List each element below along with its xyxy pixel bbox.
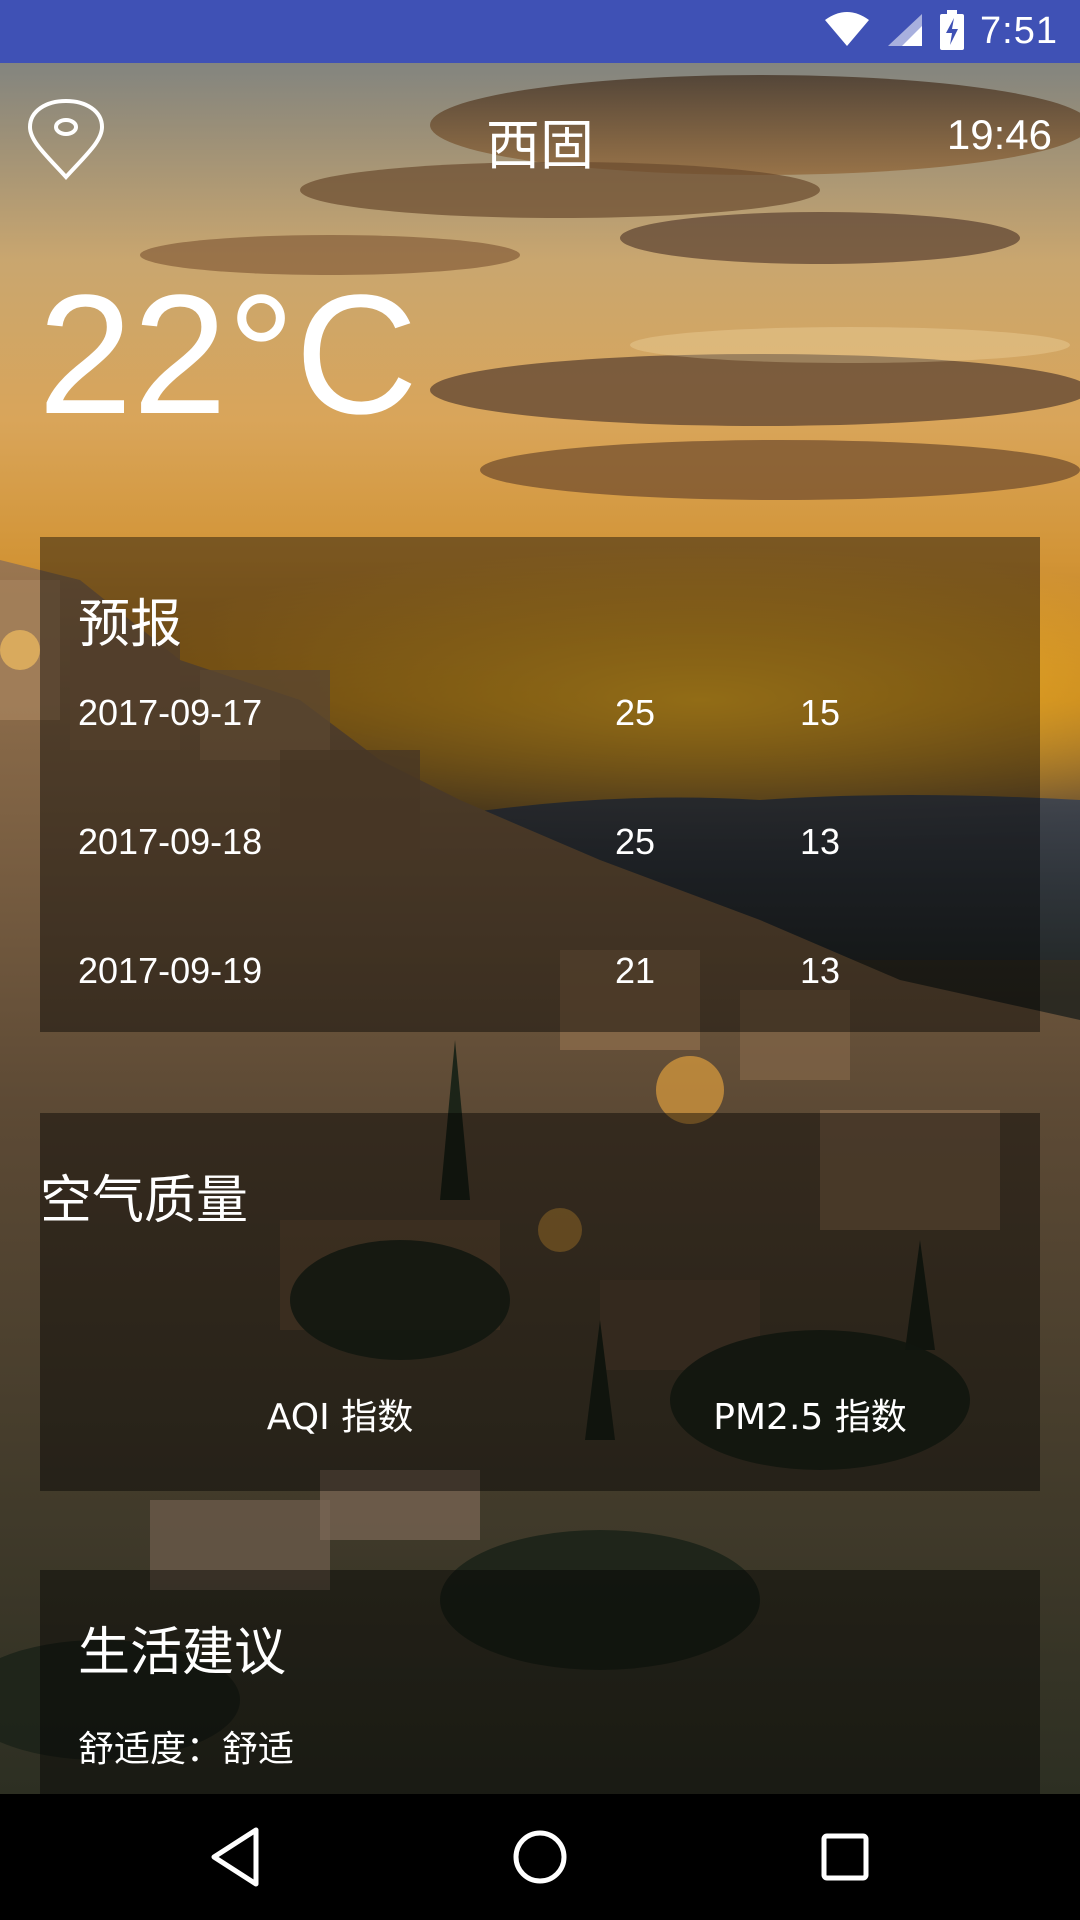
current-temperature: 22°C — [38, 260, 418, 450]
status-time: 7:51 — [980, 10, 1058, 52]
back-icon[interactable] — [200, 1822, 270, 1892]
comfort-suggestion: 舒适度：舒适 — [78, 1729, 295, 1770]
air-quality-title: 空气质量 — [40, 1171, 249, 1231]
forecast-max-temp: 25 — [614, 692, 656, 733]
forecast-max-temp: 21 — [614, 950, 656, 991]
cell-signal-icon — [886, 12, 924, 52]
battery-charging-icon — [940, 9, 965, 54]
update-time: 19:46 — [946, 111, 1052, 158]
pm25-index-label: PM2.5 指数 — [713, 1397, 907, 1438]
wifi-icon — [824, 11, 870, 52]
forecast-date: 2017-09-18 — [78, 821, 263, 862]
forecast-date: 2017-09-17 — [78, 692, 263, 733]
forecast-row: 2017-09-17 25 15 — [40, 692, 1040, 752]
aqi-index-label: AQI 指数 — [266, 1397, 414, 1438]
navigation-bar — [0, 1794, 1080, 1920]
status-icons: 7:51 — [824, 0, 1058, 63]
weather-header: 西固 19:46 — [0, 63, 1080, 213]
forecast-title: 预报 — [78, 595, 183, 655]
forecast-row: 2017-09-19 21 13 — [40, 950, 1040, 1010]
forecast-date: 2017-09-19 — [78, 950, 263, 991]
home-icon[interactable] — [505, 1822, 575, 1892]
forecast-min-temp: 13 — [799, 950, 841, 991]
forecast-max-temp: 25 — [614, 821, 656, 862]
city-name: 西固 — [486, 114, 594, 177]
air-quality-panel: 空气质量 AQI 指数 PM2.5 指数 — [40, 1113, 1040, 1491]
forecast-row: 2017-09-18 25 13 — [40, 821, 1040, 881]
forecast-min-temp: 15 — [799, 692, 841, 733]
suggestion-title: 生活建议 — [78, 1623, 287, 1683]
forecast-min-temp: 13 — [799, 821, 841, 862]
recents-icon[interactable] — [810, 1822, 880, 1892]
status-bar: 7:51 — [0, 0, 1080, 63]
suggestion-panel: 生活建议 舒适度：舒适 — [40, 1570, 1040, 1795]
weather-screen: 7:51 西固 19:46 22°C 预报 2017-09-17 25 15 2… — [0, 0, 1080, 1920]
forecast-panel: 预报 2017-09-17 25 15 2017-09-18 25 13 201… — [40, 537, 1040, 1032]
